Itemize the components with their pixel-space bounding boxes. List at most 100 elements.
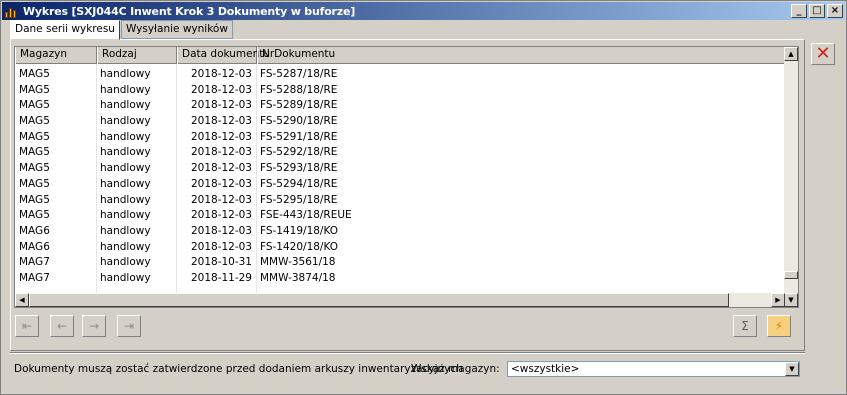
cell-rodzaj: handlowy bbox=[100, 115, 151, 128]
window: Wykres [SXJ044C Inwent Krok 3 Dokumenty … bbox=[0, 0, 847, 395]
last-record-icon[interactable]: ⇥ bbox=[117, 315, 141, 337]
scroll-up-icon[interactable]: ▲ bbox=[784, 47, 798, 61]
divider bbox=[10, 352, 805, 354]
cell-rodzaj: handlowy bbox=[100, 209, 151, 222]
cell-nr: FS-5287/18/RE bbox=[260, 68, 338, 80]
cell-nr: FS-5295/18/RE bbox=[260, 193, 338, 206]
previous-record-icon[interactable]: ← bbox=[50, 315, 74, 337]
cell-rodzaj: handlowy bbox=[100, 162, 151, 175]
cell-magazyn: MAG6 bbox=[19, 240, 50, 253]
scroll-down-icon[interactable]: ▼ bbox=[784, 293, 798, 307]
table-row[interactable]: MAG7 handlowy 2018-11-29 MMW-3874/18 bbox=[15, 271, 786, 287]
minimize-button[interactable]: _ bbox=[791, 4, 807, 18]
cell-data: 2018-12-03 bbox=[190, 68, 252, 80]
cell-data: 2018-12-03 bbox=[190, 193, 252, 206]
cell-nr: FS-5291/18/RE bbox=[260, 130, 338, 143]
first-record-icon[interactable]: ⇤ bbox=[15, 315, 39, 337]
cell-data: 2018-11-29 bbox=[190, 271, 252, 284]
cell-rodzaj: handlowy bbox=[100, 177, 151, 190]
cell-data: 2018-12-03 bbox=[190, 83, 252, 96]
table-row[interactable]: MAG7 handlowy 2018-10-31 MMW-3561/18 bbox=[15, 255, 786, 271]
magazyn-label: Wskaż magazyn: bbox=[411, 363, 500, 375]
table-row[interactable]: MAG5 handlowy 2018-12-03 FS-5295/18/RE bbox=[15, 193, 786, 209]
cell-data: 2018-12-03 bbox=[190, 115, 252, 128]
scroll-left-icon[interactable]: ◀ bbox=[15, 293, 29, 307]
cell-rodzaj: handlowy bbox=[100, 271, 151, 284]
cell-rodzaj: handlowy bbox=[100, 83, 151, 96]
close-window-button[interactable]: × bbox=[827, 4, 843, 18]
magazyn-select[interactable]: <wszystkie> ▼ bbox=[507, 361, 800, 377]
cell-magazyn: MAG5 bbox=[19, 68, 50, 80]
cell-nr: FS-5288/18/RE bbox=[260, 83, 338, 96]
column-header-nr[interactable]: NrDokumentu bbox=[257, 47, 786, 64]
cell-data: 2018-12-03 bbox=[190, 130, 252, 143]
chart-icon bbox=[5, 4, 19, 18]
table-row[interactable]: MAG5 handlowy 2018-12-03 FS-5293/18/RE bbox=[15, 161, 786, 177]
cell-magazyn: MAG7 bbox=[19, 256, 50, 269]
grid-rows: MAG5 handlowy 2018-12-03 FS-5287/18/RE MAG5 h… bbox=[15, 67, 786, 287]
cell-nr: FS-1420/18/KO bbox=[260, 240, 339, 253]
cell-nr: FS-1419/18/KO bbox=[260, 224, 339, 237]
cell-rodzaj: handlowy bbox=[100, 146, 151, 159]
table-row[interactable]: MAG5 handlowy 2018-12-03 FS-5290/18/RE bbox=[15, 114, 786, 130]
cell-magazyn: MAG7 bbox=[19, 271, 50, 284]
cell-data: 2018-12-03 bbox=[190, 224, 252, 237]
lightning-icon[interactable]: ⚡ bbox=[767, 315, 791, 337]
column-header-data[interactable]: Data dokumentu bbox=[177, 47, 270, 64]
cell-magazyn: MAG5 bbox=[19, 99, 50, 112]
cell-nr: FS-5292/18/RE bbox=[260, 146, 338, 159]
cell-rodzaj: handlowy bbox=[100, 68, 151, 80]
cell-magazyn: MAG5 bbox=[19, 209, 50, 222]
table-row[interactable]: MAG5 handlowy 2018-12-03 FS-5291/18/RE bbox=[15, 130, 786, 146]
next-record-icon[interactable]: → bbox=[82, 315, 106, 337]
cell-nr: FSE-443/18/REUE bbox=[260, 209, 352, 222]
info-text: Dokumenty muszą zostać zatwierdzone prze… bbox=[14, 363, 463, 375]
maximize-button[interactable]: □ bbox=[809, 4, 825, 18]
table-row[interactable]: MAG6 handlowy 2018-12-03 FS-1419/18/KO bbox=[15, 224, 786, 240]
cell-nr: FS-5290/18/RE bbox=[260, 115, 338, 128]
column-header-magazyn[interactable]: Magazyn bbox=[15, 47, 97, 64]
table-row[interactable]: MAG5 handlowy 2018-12-03 FS-5289/18/RE bbox=[15, 98, 786, 114]
cell-data: 2018-12-03 bbox=[190, 162, 252, 175]
chevron-down-icon[interactable]: ▼ bbox=[785, 362, 799, 376]
cell-data: 2018-12-03 bbox=[190, 99, 252, 112]
vertical-scrollbar[interactable]: ▲ ▼ bbox=[784, 47, 798, 307]
cell-nr: FS-5293/18/RE bbox=[260, 162, 338, 175]
cell-magazyn: MAG5 bbox=[19, 162, 50, 175]
title-bar[interactable]: Wykres [SXJ044C Inwent Krok 3 Dokumenty … bbox=[2, 2, 845, 20]
table-row[interactable]: MAG5 handlowy 2018-12-03 FSE-443/18/REUE bbox=[15, 208, 786, 224]
cell-nr: MMW-3561/18 bbox=[260, 256, 336, 269]
documents-grid[interactable]: Magazyn Rodzaj Data dokumentu NrDokument… bbox=[14, 46, 799, 308]
cell-magazyn: MAG5 bbox=[19, 177, 50, 190]
cell-data: 2018-12-03 bbox=[190, 177, 252, 190]
cell-magazyn: MAG5 bbox=[19, 83, 50, 96]
tab-dane-serii[interactable]: Dane serii wykresu bbox=[10, 20, 120, 40]
cell-magazyn: MAG5 bbox=[19, 193, 50, 206]
cell-nr: MMW-3874/18 bbox=[260, 271, 336, 284]
cell-data: 2018-12-03 bbox=[190, 209, 252, 222]
table-row[interactable]: MAG6 handlowy 2018-12-03 FS-1420/18/KO bbox=[15, 240, 786, 256]
tab-wysylanie[interactable]: Wysyłanie wyników bbox=[120, 20, 233, 39]
cell-nr: FS-5289/18/RE bbox=[260, 99, 338, 112]
cell-rodzaj: handlowy bbox=[100, 193, 151, 206]
scroll-right-icon[interactable]: ▶ bbox=[771, 293, 785, 307]
horizontal-scrollbar[interactable]: ◀ ▶ bbox=[15, 293, 785, 307]
cell-rodzaj: handlowy bbox=[100, 99, 151, 112]
cell-magazyn: MAG5 bbox=[19, 115, 50, 128]
cell-data: 2018-12-03 bbox=[190, 146, 252, 159]
cell-rodzaj: handlowy bbox=[100, 224, 151, 237]
close-icon[interactable]: ✕ bbox=[811, 43, 835, 65]
cell-data: 2018-10-31 bbox=[190, 256, 252, 269]
magazyn-select-value: <wszystkie> bbox=[511, 363, 580, 375]
table-row[interactable]: MAG5 handlowy 2018-12-03 FS-5292/18/RE bbox=[15, 145, 786, 161]
table-row[interactable]: MAG5 handlowy 2018-12-03 FS-5294/18/RE bbox=[15, 177, 786, 193]
window-title: Wykres [SXJ044C Inwent Krok 3 Dokumenty … bbox=[23, 4, 356, 18]
column-header-rodzaj[interactable]: Rodzaj bbox=[97, 47, 177, 64]
table-row[interactable]: MAG5 handlowy 2018-12-03 FS-5287/18/RE bbox=[15, 67, 786, 83]
scroll-thumb-horizontal[interactable] bbox=[29, 293, 729, 307]
cell-magazyn: MAG5 bbox=[19, 130, 50, 143]
sum-icon[interactable]: Σ bbox=[733, 315, 757, 337]
cell-magazyn: MAG5 bbox=[19, 146, 50, 159]
table-row[interactable]: MAG5 handlowy 2018-12-03 FS-5288/18/RE bbox=[15, 83, 786, 99]
scroll-thumb-vertical[interactable] bbox=[784, 271, 798, 279]
